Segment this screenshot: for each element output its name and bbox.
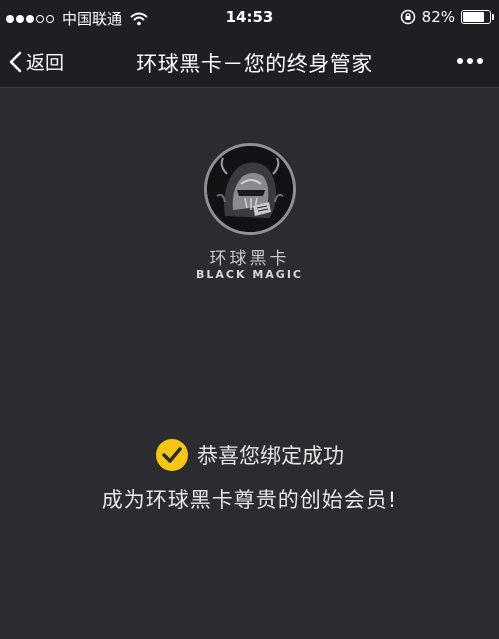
battery-icon (461, 10, 494, 24)
app-screen: 中国联通 14:53 82% 返回 环球黑卡－您的终身管家 环球黑卡 BLACK… (0, 0, 499, 639)
battery-fill (463, 12, 485, 22)
back-label: 返回 (26, 52, 65, 74)
page-title: 环球黑卡－您的终身管家 (136, 52, 373, 76)
chevron-left-icon (9, 51, 22, 72)
more-dot (467, 58, 473, 64)
brand-logo (204, 143, 296, 235)
back-button[interactable]: 返回 (8, 48, 64, 75)
success-text: 恭喜您绑定成功 (197, 444, 344, 468)
more-dot (477, 58, 483, 64)
battery-percent: 82% (421, 8, 455, 26)
success-message-row: 恭喜您绑定成功 (0, 438, 499, 472)
status-right: 82% (400, 8, 494, 26)
brand-name-chinese: 环球黑卡 (209, 249, 290, 269)
member-text: 成为环球黑卡尊贵的创始会员! (101, 488, 398, 512)
check-circle-icon (156, 439, 188, 471)
more-options-button[interactable] (453, 58, 483, 64)
status-bar: 中国联通 14:53 82% (0, 0, 499, 36)
brand-name-english: BLACK MAGIC (196, 268, 303, 281)
navigation-bar: 返回 环球黑卡－您的终身管家 (0, 36, 499, 88)
rotation-lock-icon (400, 9, 415, 25)
more-dot (457, 58, 463, 64)
knight-helmet-logo-icon (207, 146, 293, 232)
